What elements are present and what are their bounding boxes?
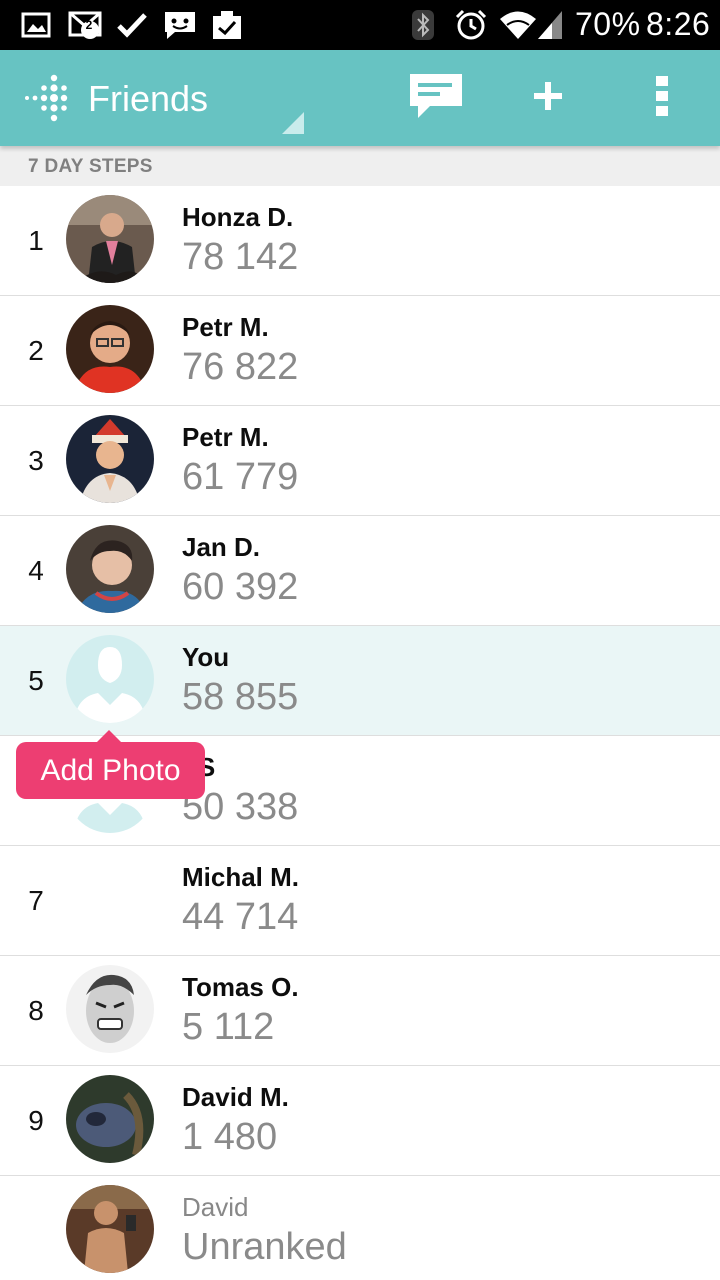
clipboard-check-icon	[210, 9, 244, 41]
step-count: 44 714	[182, 896, 299, 938]
rank-number: 8	[28, 995, 44, 1026]
avatar-placeholder[interactable]	[66, 635, 154, 723]
avatar[interactable]	[66, 305, 154, 393]
rank-number	[20, 1176, 52, 1280]
step-count: 61 779	[182, 456, 299, 498]
avatar[interactable]	[66, 1075, 154, 1163]
friend-name: Petr M.	[182, 422, 269, 452]
avatar[interactable]	[66, 195, 154, 283]
fitbit-logo-icon	[24, 74, 72, 122]
rank-number: 5	[28, 665, 44, 696]
leaderboard-row[interactable]: David Unranked	[0, 1176, 720, 1280]
add-friend-button[interactable]	[512, 50, 584, 146]
clock-time: 8:26	[646, 6, 711, 42]
avatar[interactable]	[66, 525, 154, 613]
rank-number: 2	[28, 335, 44, 366]
section-header-label: 7 DAY STEPS	[28, 156, 153, 177]
step-count: Unranked	[182, 1226, 347, 1268]
alarm-icon	[454, 9, 488, 41]
leaderboard-row[interactable]: 4 Jan D. 60 392	[0, 516, 720, 626]
rank-number: 3	[28, 445, 44, 476]
step-count: 58 855	[182, 676, 299, 718]
avatar[interactable]	[66, 965, 154, 1053]
leaderboard-row[interactable]: 7 Michal M. 44 714	[0, 846, 720, 956]
battery-level: 70%	[575, 6, 641, 42]
step-count: 1 480	[182, 1116, 278, 1158]
leaderboard-row-you[interactable]: 5 You 58 855	[0, 626, 720, 736]
message-icon	[408, 72, 464, 125]
gmail-icon: 2	[66, 9, 106, 41]
leaderboard-row[interactable]: 8 Tomas O. 5 112	[0, 956, 720, 1066]
notification-badge: 2	[85, 18, 93, 32]
overflow-menu-icon	[655, 75, 669, 122]
add-icon	[532, 80, 564, 117]
avatar[interactable]	[66, 415, 154, 503]
status-bar: 2 70% 8:26	[0, 0, 720, 50]
message-button[interactable]	[400, 50, 472, 146]
friend-name: Petr M.	[182, 312, 269, 342]
page-title[interactable]: Friends	[88, 78, 208, 120]
friend-name: You	[182, 642, 230, 672]
step-count: 76 822	[182, 346, 299, 388]
rank-number: 4	[28, 555, 44, 586]
rank-number: 1	[28, 225, 44, 256]
signal-icon	[536, 9, 564, 41]
overflow-menu-button[interactable]	[626, 50, 698, 146]
friend-name: Michal M.	[182, 862, 300, 892]
chat-icon	[162, 9, 198, 41]
friend-name: Honza D.	[182, 202, 294, 232]
step-count: 5 112	[182, 1006, 275, 1048]
leaderboard-row[interactable]: 2 Petr M. 76 822	[0, 296, 720, 406]
dropdown-triangle-icon[interactable]	[282, 112, 304, 134]
friend-name: Tomas O.	[182, 972, 299, 1002]
friend-name: Jan D.	[182, 532, 261, 562]
step-count: 60 392	[182, 566, 299, 608]
rank-number: 9	[28, 1105, 44, 1136]
bluetooth-icon	[410, 9, 436, 41]
add-photo-tooltip[interactable]: Add Photo	[16, 742, 205, 799]
check-icon	[116, 9, 148, 41]
app-bar: Friends	[0, 50, 720, 146]
friend-name: David	[182, 1192, 249, 1222]
friend-name: David M.	[182, 1082, 289, 1112]
avatar[interactable]	[66, 1185, 154, 1273]
leaderboard-row[interactable]: 1 Honza D. 78 142	[0, 186, 720, 296]
image-icon	[20, 9, 52, 41]
step-count: 78 142	[182, 236, 299, 278]
leaderboard-row[interactable]: 9 David M. 1 480	[0, 1066, 720, 1176]
section-header: 7 DAY STEPS	[0, 146, 720, 186]
wifi-icon	[498, 9, 538, 41]
rank-number: 7	[28, 885, 44, 916]
leaderboard-row[interactable]: 3 Petr M. 61 779	[0, 406, 720, 516]
